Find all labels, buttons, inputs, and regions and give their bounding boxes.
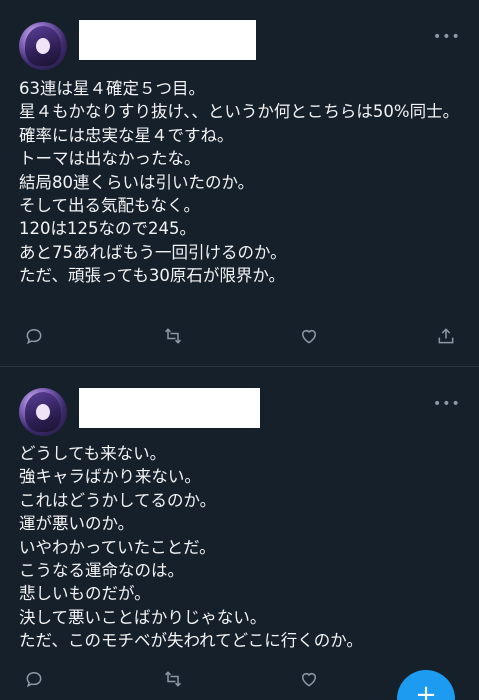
tweet-text-line: 星４もかなりすり抜け、、というか何とこちらは50%同士。 — [19, 102, 460, 122]
tweet-text-line: そして出る気配もなく。 — [19, 196, 201, 216]
reply-icon[interactable] — [22, 324, 46, 348]
tweet-text-line: 強キャラばかり来ない。 — [19, 467, 201, 487]
more-options-icon[interactable]: ••• — [433, 397, 460, 411]
tweet-text-line: こうなる運命なのは。 — [19, 561, 184, 581]
tweet-text-line: トーマは出なかったな。 — [19, 149, 201, 169]
tweet-text-line: ただ、頑張っても30原石が限界か。 — [19, 266, 286, 286]
reply-icon[interactable] — [22, 667, 46, 691]
tweet-text-line: 63連は星４確定５つ目。 — [19, 79, 205, 98]
tweet-text-line: 悲しいものだが。 — [19, 584, 151, 604]
retweet-icon[interactable] — [161, 667, 185, 691]
tweet[interactable]: ••• どうしても来ない。 強キャラばかり来ない。 これはどうかしてるのか。 運… — [0, 367, 479, 700]
tweet-text-line: いやわかっていたことだ。 — [19, 537, 216, 557]
heart-icon[interactable] — [297, 324, 321, 348]
tweet-actions — [0, 324, 479, 350]
tweet-text: どうしても来ない。 強キャラばかり来ない。 これはどうかしてるのか。 運が悪いの… — [19, 442, 464, 653]
heart-icon[interactable] — [297, 667, 321, 691]
tweet-text-line: どうしても来ない。 — [19, 444, 167, 463]
tweet-text-line: 120は125なので245。 — [19, 219, 196, 239]
timeline-feed: ••• 63連は星４確定５つ目。 星４もかなりすり抜け、、というか何とこちらは5… — [0, 0, 479, 700]
tweet-text-line: 決して悪いことばかりじゃない。 — [19, 607, 267, 627]
tweet-text-line: あと75あればもう一回引けるのか。 — [19, 242, 287, 262]
more-options-icon[interactable]: ••• — [433, 30, 460, 44]
avatar[interactable] — [19, 388, 67, 436]
tweet-text-line: 結局80連くらいは引いたのか。 — [19, 172, 255, 192]
redacted-username — [79, 388, 260, 428]
avatar[interactable] — [19, 22, 67, 70]
tweet-text-line: ただ、このモチベが失われてどこに行くのか。 — [19, 631, 363, 651]
tweet-text: 63連は星４確定５つ目。 星４もかなりすり抜け、、というか何とこちらは50%同士… — [19, 77, 464, 288]
tweet[interactable]: ••• 63連は星４確定５つ目。 星４もかなりすり抜け、、というか何とこちらは5… — [0, 0, 479, 366]
tweet-text-line: 運が悪いのか。 — [19, 514, 135, 534]
tweet-text-line: 確率には忠実な星４ですね。 — [19, 125, 234, 145]
tweet-text-line: これはどうかしてるのか。 — [19, 490, 217, 510]
redacted-username — [79, 20, 256, 60]
retweet-icon[interactable] — [161, 324, 185, 348]
share-icon[interactable] — [434, 324, 458, 348]
